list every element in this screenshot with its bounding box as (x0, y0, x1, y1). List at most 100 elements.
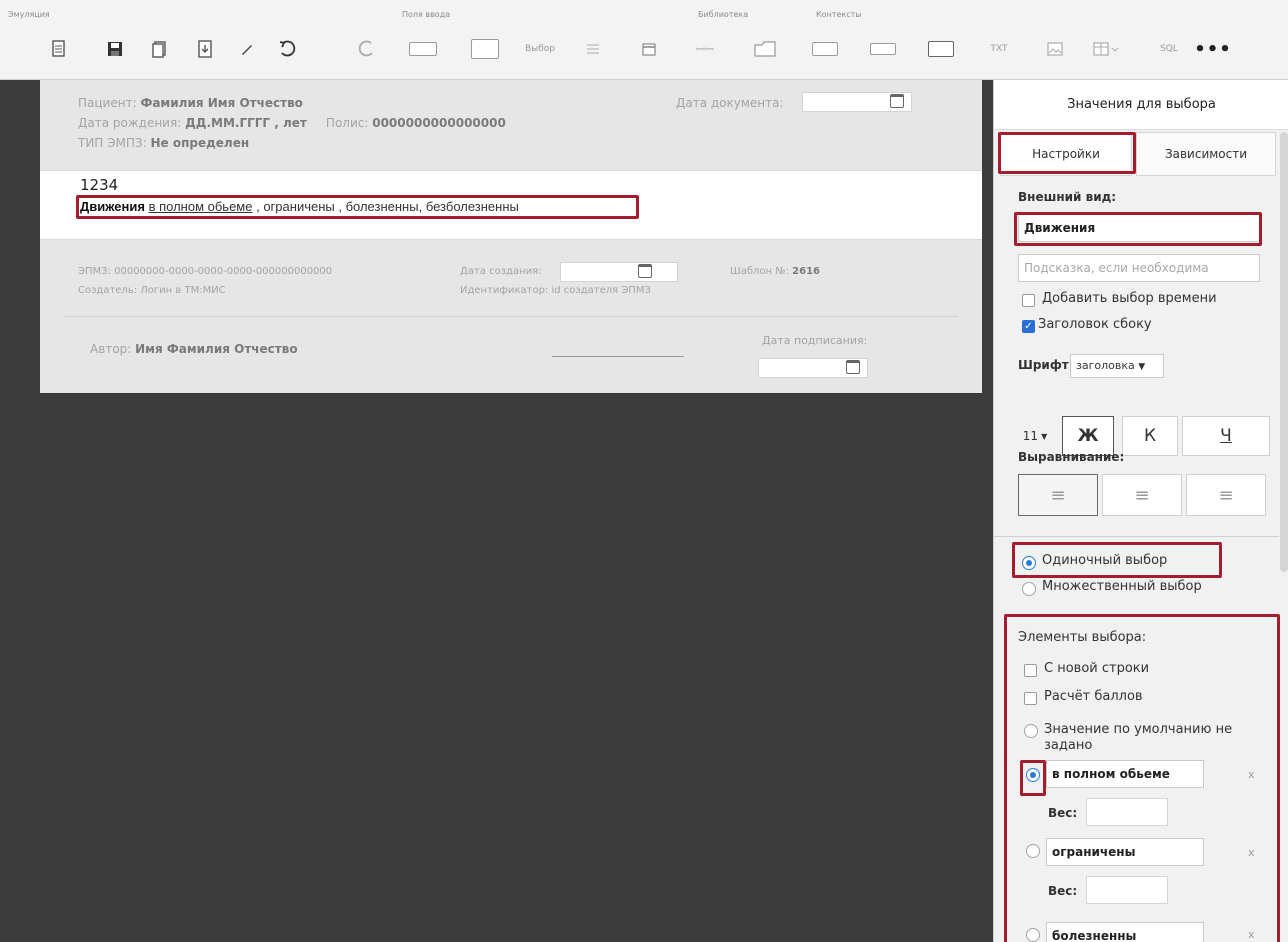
font-select[interactable]: заголовка ▼ (1070, 354, 1164, 378)
birth-label: Дата рождения: (78, 116, 182, 130)
align-label: Выравнивание: (1018, 450, 1125, 464)
item-1-input[interactable]: в полном обьеме (1046, 760, 1204, 788)
more-button[interactable]: ••• (1194, 34, 1231, 64)
item-1-remove[interactable]: x (1248, 768, 1255, 781)
underline-button[interactable]: Ч (1182, 416, 1270, 456)
item-2-remove[interactable]: x (1248, 846, 1255, 859)
item-2-weight-input[interactable] (1086, 876, 1168, 904)
item-1-radio-highlight (1020, 760, 1046, 796)
text-field-icon[interactable] (408, 34, 438, 64)
creator-row: Создатель: Логин в ТМ:МИС (78, 285, 226, 296)
table-icon[interactable] (1088, 34, 1124, 64)
item-2-input[interactable]: ограничены (1046, 838, 1204, 866)
date-field-icon[interactable] (634, 34, 664, 64)
align-center-icon: ≡ (1134, 484, 1150, 506)
document-body: 1234 Движения в полном обьеме , ограниче… (40, 170, 982, 240)
single-choice-highlight (1012, 542, 1222, 578)
panel-header: Значения для выбора (994, 80, 1288, 130)
group-label-input-fields: Поля ввода (402, 10, 451, 19)
preview-doc-icon[interactable] (44, 34, 74, 64)
emr-row: ЭПМЗ: 00000000-0000-0000-0000-0000000000… (78, 266, 332, 277)
tab-settings-highlight (998, 132, 1136, 174)
policy-label: Полис: (325, 116, 369, 130)
new-line-checkbox[interactable] (1024, 664, 1037, 677)
template-value: 2616 (792, 266, 821, 277)
align-right-button[interactable]: ≡ (1186, 474, 1266, 516)
sql-label: SQL (1160, 44, 1178, 54)
more-label: ••• (1194, 38, 1232, 60)
sql-button[interactable]: SQL (1154, 34, 1184, 64)
group-label-emulation: Эмуляция (8, 10, 50, 19)
sign-calendar-icon[interactable] (846, 360, 860, 374)
created-calendar-icon[interactable] (638, 264, 652, 278)
default-value-radio[interactable] (1024, 724, 1038, 738)
align-center-button[interactable]: ≡ (1102, 474, 1182, 516)
italic-button[interactable]: К (1122, 416, 1178, 456)
context-block-icon[interactable] (810, 34, 840, 64)
align-left-button[interactable]: ≡ (1018, 474, 1098, 516)
copy-icon[interactable] (144, 34, 174, 64)
patient-label: Пациент: (78, 96, 137, 110)
default-value-label: Значение по умолчанию не задано (1044, 722, 1233, 753)
tab-dependencies[interactable]: Зависимости (1136, 132, 1276, 176)
add-time-label: Добавить выбор времени (1042, 291, 1217, 306)
template-row: Шаблон №: 2616 (730, 266, 820, 277)
patient-name: Фамилия Имя Отчество (140, 96, 303, 110)
type-label: ТИП ЭМПЗ: (78, 136, 147, 150)
font-label: Шрифт: (1018, 358, 1074, 372)
signature-line (552, 356, 684, 357)
group-label-contexts: Контексты (816, 10, 862, 19)
side-title-checkbox[interactable]: ✓ (1022, 320, 1035, 333)
birth-row: Дата рождения: ДД.ММ.ГГГГ , лет Полис: 0… (78, 116, 506, 130)
context-frame-icon[interactable] (926, 34, 956, 64)
list-field-icon[interactable] (578, 34, 608, 64)
item-2-weight-label: Вес: (1048, 884, 1078, 898)
text-area-icon[interactable] (470, 34, 500, 64)
txt-button[interactable]: TXT (984, 34, 1014, 64)
item-3-remove[interactable]: x (1248, 928, 1255, 941)
properties-panel: Значения для выбора Настройки Зависимост… (993, 80, 1288, 942)
sign-date-label: Дата подписания: (762, 334, 868, 347)
code-text: 1234 (80, 176, 119, 194)
birth-value: ДД.ММ.ГГГГ , лет (185, 116, 307, 130)
select-field-icon[interactable]: Выбор (524, 34, 556, 64)
item-3-input[interactable]: болезненны (1046, 922, 1204, 942)
chevron-down-icon: ▼ (1138, 362, 1146, 372)
emr-value: 00000000-0000-0000-0000-000000000000 (114, 266, 333, 277)
save-icon[interactable] (100, 34, 130, 64)
calendar-icon[interactable] (890, 94, 904, 108)
context-line-icon[interactable] (868, 34, 898, 64)
movements-highlight (76, 195, 639, 219)
appearance-label: Внешний вид: (1018, 190, 1117, 204)
creator-id-row: Идентификатор: id создателя ЭПМЗ (460, 285, 651, 296)
item-1-weight-label: Вес: (1048, 806, 1078, 820)
redo-icon[interactable] (352, 34, 382, 64)
chevron-down-icon: ▼ (1041, 431, 1048, 441)
undo-icon[interactable] (272, 34, 302, 64)
multi-choice-label: Множественный выбор (1042, 579, 1202, 594)
hint-input[interactable]: Подсказка, если необходима (1018, 254, 1260, 282)
add-time-checkbox[interactable] (1022, 294, 1035, 307)
pencil-icon[interactable] (232, 34, 262, 64)
creator-id-label: Идентификатор: (460, 285, 549, 296)
image-icon[interactable] (1040, 34, 1070, 64)
folder-icon[interactable] (750, 34, 780, 64)
group-label-library: Библиотека (698, 10, 749, 19)
patient-row: Пациент: Фамилия Имя Отчество (78, 96, 303, 110)
side-title-label: Заголовок сбоку (1038, 317, 1152, 332)
panel-scrollbar[interactable] (1280, 132, 1288, 572)
align-left-icon: ≡ (1050, 484, 1066, 506)
signature-icon[interactable]: ꟷꟷ (690, 34, 720, 64)
score-checkbox[interactable] (1024, 692, 1037, 705)
divider (64, 316, 958, 317)
item-2-radio[interactable] (1026, 844, 1040, 858)
emr-label: ЭПМЗ: (78, 266, 111, 277)
item-1-weight-input[interactable] (1086, 798, 1168, 826)
multi-choice-radio[interactable] (1022, 582, 1036, 596)
select-field-label: Выбор (524, 44, 556, 54)
item-3-radio[interactable] (1026, 928, 1040, 942)
created-date-input[interactable] (560, 262, 678, 282)
creator-id-value: id создателя ЭПМЗ (551, 285, 651, 296)
author-label: Автор: (90, 342, 132, 356)
export-doc-icon[interactable] (190, 34, 220, 64)
